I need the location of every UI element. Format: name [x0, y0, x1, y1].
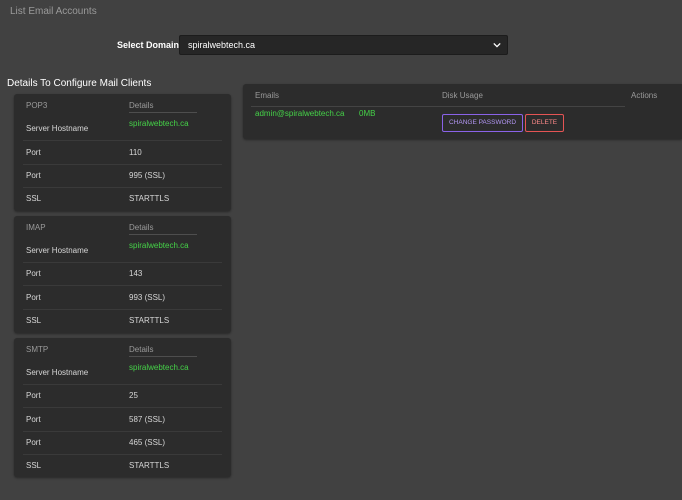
- server-hostname-value: spiralwebtech.ca: [129, 363, 189, 372]
- config-value: STARTTLS: [129, 316, 170, 325]
- config-value: STARTTLS: [129, 461, 170, 470]
- server-hostname-value: spiralwebtech.ca: [129, 119, 189, 128]
- config-value: STARTTLS: [129, 194, 170, 203]
- details-header: Details: [129, 223, 199, 235]
- config-key: Port: [26, 391, 41, 400]
- config-key: SSL: [26, 194, 42, 203]
- header-divider: [251, 106, 625, 107]
- protocol-label: IMAP: [26, 223, 46, 232]
- protocol-label: SMTP: [26, 345, 49, 354]
- pop3-config-card: POP3 Details Server Hostname spiralwebte…: [14, 94, 231, 211]
- config-key: Port: [26, 293, 41, 302]
- smtp-config-card: SMTP Details Server Hostname spiralwebte…: [14, 338, 231, 477]
- row-divider: [23, 431, 222, 432]
- page-title: List Email Accounts: [10, 6, 97, 17]
- config-value: 465 (SSL): [129, 438, 166, 447]
- config-value: 110: [129, 148, 142, 157]
- domain-select[interactable]: spiralwebtech.ca: [179, 35, 508, 55]
- chevron-down-icon: [493, 42, 501, 48]
- disk-usage-value: 0MB: [359, 109, 376, 118]
- config-key: Server Hostname: [26, 368, 89, 377]
- domain-select-value: spiralwebtech.ca: [188, 40, 256, 50]
- delete-button[interactable]: DELETE: [525, 114, 564, 132]
- config-value: 143: [129, 269, 143, 278]
- config-key: Server Hostname: [26, 246, 89, 255]
- email-address: admin@spiralwebtech.ca: [255, 109, 345, 118]
- column-header-disk-usage: Disk Usage: [442, 91, 483, 100]
- column-header-emails: Emails: [255, 91, 280, 100]
- config-value: 587 (SSL): [129, 415, 166, 424]
- row-divider: [23, 384, 222, 385]
- change-password-button[interactable]: CHANGE PASSWORD: [442, 114, 523, 132]
- row-divider: [23, 309, 222, 310]
- row-divider: [23, 407, 222, 408]
- config-key: Port: [26, 148, 41, 157]
- row-divider: [23, 262, 222, 263]
- server-hostname-value: spiralwebtech.ca: [129, 241, 189, 250]
- config-key: Port: [26, 171, 41, 180]
- row-divider: [23, 140, 222, 141]
- config-key: Port: [26, 438, 41, 447]
- config-key: Server Hostname: [26, 124, 89, 133]
- config-key: Port: [26, 415, 41, 424]
- emails-table: Emails Disk Usage Actions admin@spiralwe…: [243, 84, 682, 139]
- config-value: 995 (SSL): [129, 171, 166, 180]
- config-key: Port: [26, 269, 41, 278]
- row-divider: [23, 164, 222, 165]
- row-divider: [23, 187, 222, 188]
- imap-config-card: IMAP Details Server Hostname spiralwebte…: [14, 216, 231, 333]
- config-key: SSL: [26, 316, 42, 325]
- domain-select-label: Select Domain: [117, 40, 180, 50]
- config-key: SSL: [26, 461, 42, 470]
- row-divider: [23, 285, 222, 286]
- protocol-label: POP3: [26, 101, 48, 110]
- config-value: 25: [129, 391, 138, 400]
- details-header: Details: [129, 101, 199, 113]
- config-section-heading: Details To Configure Mail Clients: [7, 78, 152, 89]
- config-value: 993 (SSL): [129, 293, 166, 302]
- details-header: Details: [129, 345, 199, 357]
- row-divider: [23, 454, 222, 455]
- column-header-actions: Actions: [631, 91, 658, 100]
